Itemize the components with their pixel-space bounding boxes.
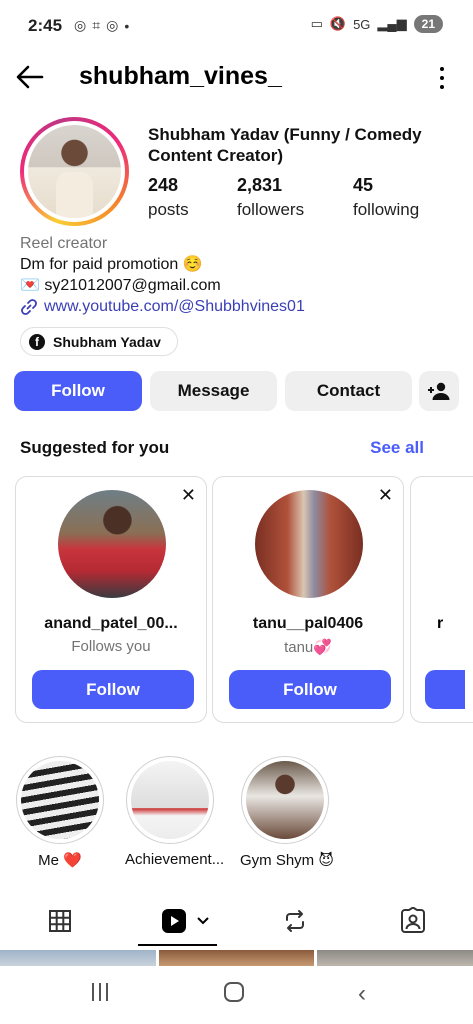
tab-reels[interactable]: [150, 896, 220, 946]
tab-tagged[interactable]: [388, 896, 438, 946]
highlight-label: Gym Shym 😈: [240, 852, 334, 869]
battery-icon: 21: [413, 15, 443, 33]
suggested-username[interactable]: anand_patel_00...: [16, 615, 206, 633]
repost-icon: [286, 910, 304, 932]
follow-button[interactable]: Follow: [14, 371, 142, 411]
recent-apps-icon[interactable]: [92, 983, 108, 1001]
whatsapp-icon: ◎: [74, 17, 87, 33]
grid-icon: [49, 910, 71, 932]
home-icon[interactable]: [224, 982, 244, 1002]
highlight-item[interactable]: Me ❤️: [15, 756, 105, 869]
see-all-link[interactable]: See all: [370, 438, 424, 458]
tab-reposts[interactable]: [270, 896, 320, 946]
close-icon[interactable]: ✕: [378, 485, 393, 506]
highlight-cover: [246, 761, 324, 839]
suggested-avatar[interactable]: [255, 490, 363, 598]
profile-full-name: Shubham Yadav (Funny / Comedy Content Cr…: [148, 125, 422, 165]
tab-posts-grid[interactable]: [35, 896, 85, 946]
post-thumbnail[interactable]: [158, 950, 315, 966]
suggested-avatar[interactable]: [58, 490, 166, 598]
chevron-down-icon: [197, 917, 209, 925]
content-tabs: [0, 896, 473, 946]
back-icon[interactable]: ‹: [358, 980, 366, 1008]
signal-icon: ▂▄▆: [377, 16, 407, 31]
message-button[interactable]: Message: [150, 371, 277, 411]
suggested-card[interactable]: ✕ anand_patel_00... Follows you Follow: [15, 476, 207, 723]
suggested-title: Suggested for you: [20, 438, 170, 457]
highlight-label: Achievement...: [125, 851, 225, 868]
bio-link-text: www.youtube.com/@Shubbhvines01: [44, 298, 305, 315]
suggested-follow-button[interactable]: Follow: [32, 670, 194, 709]
header-username: shubham_vines_: [79, 62, 282, 90]
stat-posts[interactable]: 248 posts: [148, 175, 189, 220]
suggested-username[interactable]: tanu__pal0406: [213, 615, 403, 633]
mute-icon: 🔇: [329, 16, 347, 31]
reels-icon: [162, 909, 186, 933]
facebook-icon: f: [29, 333, 45, 350]
profile-header: shubham_vines_: [0, 55, 473, 99]
status-time: 2:45: [28, 16, 63, 35]
contact-button[interactable]: Contact: [285, 371, 412, 411]
highlight-item[interactable]: Gym Shym 😈: [240, 756, 334, 869]
suggested-follow-button[interactable]: [425, 670, 465, 709]
profile-avatar[interactable]: [20, 117, 129, 226]
link-icon: [21, 298, 37, 315]
suggested-subtitle: Follows you: [71, 638, 151, 655]
stat-following[interactable]: 45 following: [353, 175, 419, 220]
bio-email: 💌 sy21012007@gmail.com: [20, 277, 221, 294]
suggested-follow-button[interactable]: Follow: [229, 670, 391, 709]
profile-bio: Reel creator Dm for paid promotion ☺️ 💌 …: [20, 233, 460, 317]
system-navigation-bar: ‹: [0, 966, 473, 1024]
highlight-label: Me ❤️: [38, 852, 82, 869]
suggested-subtitle: tanu💞: [284, 639, 332, 656]
dot-icon: •: [124, 17, 130, 34]
profile-category: Reel creator: [20, 235, 108, 252]
suggested-card-partial[interactable]: r: [410, 476, 473, 723]
avatar-photo: [28, 125, 121, 218]
stat-label: posts: [148, 200, 189, 219]
highlight-cover: [21, 761, 99, 839]
close-icon[interactable]: ✕: [181, 485, 196, 506]
facebook-name: Shubham Yadav: [53, 333, 161, 350]
suggested-card[interactable]: ✕ tanu__pal0406 tanu💞 Follow: [212, 476, 404, 723]
highlight-cover: [131, 761, 209, 839]
tagged-icon: [401, 907, 425, 933]
stat-followers[interactable]: 2,831 followers: [237, 175, 304, 220]
bio-line: Dm for paid promotion ☺️: [20, 256, 203, 273]
posts-grid-preview[interactable]: [0, 950, 473, 966]
post-thumbnail[interactable]: [0, 950, 156, 966]
stat-value: 2,831: [237, 175, 283, 195]
suggested-username: r: [437, 615, 444, 632]
stat-label: following: [353, 200, 420, 219]
add-user-button[interactable]: [419, 371, 459, 411]
back-arrow-icon[interactable]: [14, 61, 46, 93]
more-options-icon[interactable]: [439, 67, 445, 89]
network-type: 5G: [353, 16, 371, 32]
stat-label: followers: [237, 200, 305, 219]
active-tab-indicator: [138, 944, 217, 946]
post-thumbnail[interactable]: [317, 950, 473, 966]
highlight-item[interactable]: Achievement...: [125, 756, 225, 868]
add-user-icon: [428, 382, 450, 400]
cast-icon: ▭: [310, 16, 323, 31]
bio-link[interactable]: www.youtube.com/@Shubbhvines01: [20, 296, 460, 317]
facebook-profile-chip[interactable]: f Shubham Yadav: [20, 327, 178, 356]
stat-value: 45: [353, 175, 374, 195]
status-bar: 2:45 ◎ ⌗ ◎ • ▭ 🔇 5G ▂▄▆ 21: [0, 0, 473, 52]
stat-value: 248: [148, 175, 179, 195]
screenshot-icon: ⌗: [92, 17, 101, 33]
whatsapp-business-icon: ◎: [106, 17, 119, 33]
